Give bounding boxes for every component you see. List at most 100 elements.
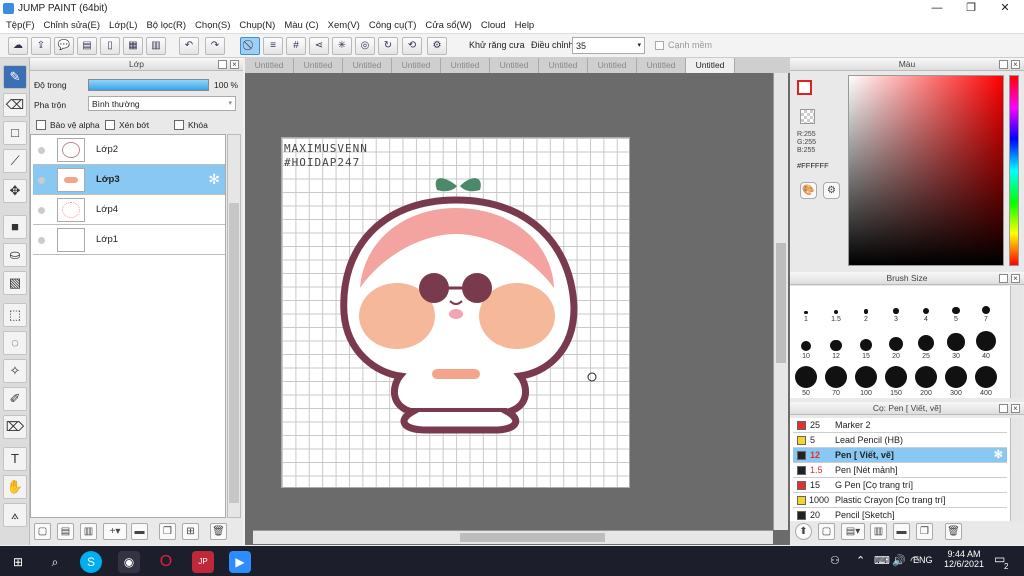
fill-rect-tool-icon[interactable]: ■ [3, 215, 27, 239]
tab-untitled[interactable]: Untitled [539, 58, 588, 73]
menu-help[interactable]: Help [513, 17, 542, 33]
brush-size-option[interactable]: 70 [821, 364, 851, 397]
visibility-icon[interactable] [38, 177, 45, 184]
brush-size-option[interactable]: 300 [941, 364, 971, 397]
brush-size-option[interactable]: 4 [911, 290, 941, 323]
grid-layout-icon[interactable]: ▥ [146, 37, 166, 55]
canvas-vscroll[interactable] [773, 73, 788, 530]
brush-size-option[interactable]: 2 [851, 290, 881, 323]
float-icon[interactable] [999, 404, 1008, 413]
palette-edit-icon[interactable]: ⚙ [823, 182, 840, 199]
speech-bubble-icon[interactable]: 💬 [54, 37, 74, 55]
brush-size-option[interactable]: 50 [791, 364, 821, 397]
protect-alpha-checkbox[interactable] [36, 120, 46, 130]
tab-untitled[interactable]: Untitled [588, 58, 637, 73]
tab-untitled[interactable]: Untitled [392, 58, 441, 73]
float-icon[interactable] [999, 274, 1008, 283]
close-icon[interactable]: × [1011, 60, 1020, 69]
brush-size-option[interactable]: 40 [971, 327, 1001, 360]
menu-view[interactable]: Xem(V) [326, 17, 367, 33]
new-layer-icon[interactable]: ▢ [34, 523, 51, 540]
clock[interactable]: 9:44 AM 12/6/2021 [942, 549, 986, 569]
brush-trash-icon[interactable]: 🗑 [945, 523, 962, 540]
brush-size-option[interactable]: 1 [791, 290, 821, 323]
brush-size-option[interactable]: 5 [941, 290, 971, 323]
add-layer-menu-icon[interactable]: +▾ [103, 523, 127, 540]
brush-folder-icon[interactable]: ▬ [893, 523, 910, 540]
windows-start-icon[interactable]: ⊞ [7, 551, 29, 573]
undo-icon[interactable]: ↶ [179, 37, 199, 55]
new-layer-page-icon[interactable]: ▥ [80, 523, 97, 540]
volume-icon[interactable]: 🔊 [892, 554, 906, 567]
adjust-select[interactable]: 35 ▾ [572, 37, 645, 54]
brush-size-scrollbar[interactable] [1010, 286, 1023, 398]
brush-row[interactable]: 1.5 Pen [Nét mảnh] [793, 463, 1007, 478]
folder-icon[interactable]: ▬ [131, 523, 148, 540]
lock-checkbox[interactable] [174, 120, 184, 130]
tray-expand-icon[interactable]: ⌃ [856, 554, 865, 567]
new-brush-icon[interactable]: ▢ [818, 523, 835, 540]
merge-icon[interactable]: ⊞ [182, 523, 199, 540]
snap-off-icon[interactable]: ⃠ [240, 37, 260, 55]
brush-row-selected[interactable]: 12 Pen [ Viết, vẽ] ✻ [793, 448, 1007, 463]
menu-select[interactable]: Chọn(S) [193, 17, 237, 33]
brush-size-option[interactable]: 3 [881, 290, 911, 323]
brush-import-icon[interactable]: ▥ [870, 523, 887, 540]
canvas-hscroll[interactable] [253, 530, 773, 544]
hand-tool-icon[interactable]: ✋ [3, 475, 27, 499]
menu-color[interactable]: Màu (C) [282, 17, 325, 33]
brush-size-option[interactable]: 15 [851, 327, 881, 360]
grid-snap-icon[interactable]: # [286, 37, 306, 55]
scroll-thumb[interactable] [776, 243, 786, 363]
perspective-icon[interactable]: ⋖ [309, 37, 329, 55]
layer-settings-icon[interactable]: ✻ [208, 171, 220, 188]
clip-checkbox[interactable] [105, 120, 115, 130]
palette-icon[interactable]: 🎨 [800, 182, 817, 199]
tab-untitled[interactable]: Untitled [490, 58, 539, 73]
brush-download-icon[interactable]: ⬆ [795, 523, 812, 540]
eyedropper-icon[interactable]: ⟑ [3, 503, 27, 527]
move-tool-icon[interactable]: ✥ [3, 179, 27, 203]
menu-filter[interactable]: Bộ lọc(R) [144, 17, 193, 33]
visibility-icon[interactable] [38, 237, 45, 244]
text-tool-icon[interactable]: T [3, 447, 27, 471]
brush-row[interactable]: 1000 Plastic Crayon [Cọ trang trí] [793, 493, 1007, 508]
drawing-canvas[interactable]: MAXIMUSVENN #HOIDAP247 [281, 137, 630, 488]
layer-row[interactable]: Lớp1 [33, 225, 225, 255]
brush-size-option[interactable]: 400 [971, 364, 1001, 397]
layer-row[interactable]: Lớp4 [33, 195, 225, 225]
brush-duplicate-icon[interactable]: ❐ [916, 523, 933, 540]
parallel-ruler-icon[interactable]: ≡ [263, 37, 283, 55]
people-icon[interactable]: ⚇ [830, 554, 840, 567]
menu-edit[interactable]: Chỉnh sửa(E) [42, 17, 108, 33]
brush-size-option[interactable]: 7 [971, 290, 1001, 323]
brush-size-option[interactable]: 12 [821, 327, 851, 360]
scroll-thumb[interactable] [460, 533, 605, 542]
eraser-tool-icon[interactable]: ⌫ [3, 93, 27, 117]
messenger-icon[interactable]: ◉ [118, 551, 140, 573]
brush-size-option[interactable]: 1.5 [821, 290, 851, 323]
layer-row-selected[interactable]: Lớp3 ✻ [33, 165, 225, 195]
duplicate-icon[interactable]: ❐ [159, 523, 176, 540]
search-icon[interactable]: ⌕ [44, 551, 66, 573]
float-icon[interactable] [999, 60, 1008, 69]
close-icon[interactable]: × [230, 60, 239, 69]
foreground-color-swatch[interactable] [797, 80, 812, 95]
document-icon[interactable]: ▦ [123, 37, 143, 55]
restore-button[interactable]: ❐ [954, 0, 988, 17]
select-rect-icon[interactable]: ⬚ [3, 303, 27, 327]
brush-size-option[interactable]: 150 [881, 364, 911, 397]
lasso-icon[interactable]: ◌ [3, 331, 27, 355]
minimize-button[interactable]: — [920, 0, 954, 17]
rectangle-tool-icon[interactable]: □ [3, 121, 27, 145]
line-tool-icon[interactable]: ⟋ [3, 149, 27, 173]
menu-capture[interactable]: Chụp(N) [237, 17, 282, 33]
settings-icon[interactable]: ⚙ [427, 37, 447, 55]
pen-tool-icon[interactable]: ✎ [3, 65, 27, 89]
scroll-thumb[interactable] [229, 203, 239, 503]
snap-settings-icon[interactable]: ⟲ [402, 37, 422, 55]
brush-row[interactable]: 20 Pencil [Sketch] [793, 508, 1007, 521]
brush-size-option[interactable]: 10 [791, 327, 821, 360]
close-icon[interactable]: × [1011, 404, 1020, 413]
layer-scrollbar[interactable] [227, 134, 241, 518]
